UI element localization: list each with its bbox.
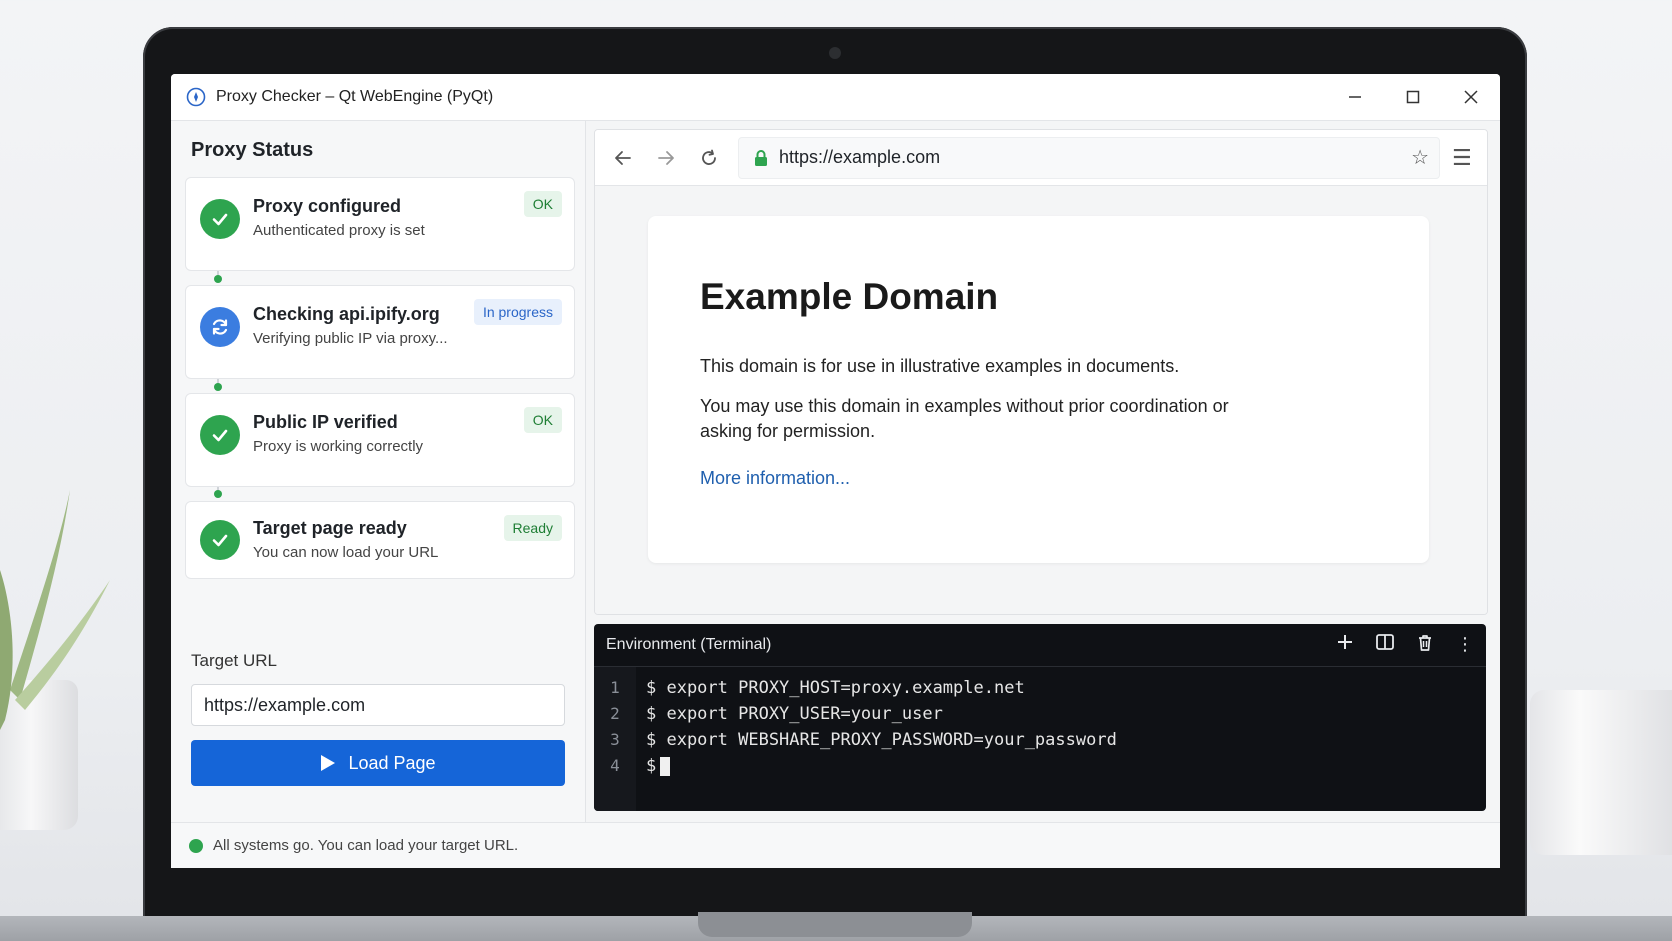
- step-title: Public IP verified: [253, 412, 398, 432]
- status-step-proxy-configured: Proxy configured Authenticated proxy is …: [185, 177, 575, 271]
- check-circle-icon: [200, 415, 240, 455]
- load-page-label: Load Page: [348, 752, 436, 773]
- line-number: 3: [610, 730, 620, 749]
- new-terminal-plus-icon[interactable]: [1332, 634, 1358, 656]
- page-paragraph: You may use this domain in examples with…: [700, 396, 1229, 441]
- line-number-gutter: 1 2 3 4: [594, 667, 636, 811]
- sidebar: Proxy Status Proxy configured Authentica…: [171, 121, 586, 822]
- status-step-checking-ipify: Checking api.ipify.org Verifying public …: [185, 285, 575, 379]
- close-icon: [1464, 90, 1478, 104]
- maximize-button[interactable]: [1384, 74, 1442, 120]
- step-subtitle: You can now load your URL: [253, 544, 439, 561]
- check-circle-icon: [200, 520, 240, 560]
- minimize-icon: [1349, 96, 1361, 98]
- terminal-title: Environment (Terminal): [606, 636, 772, 653]
- app-compass-icon: [186, 87, 206, 107]
- step-subtitle: Proxy is working correctly: [253, 438, 424, 455]
- play-icon: [321, 755, 336, 771]
- terminal-header: Environment (Terminal) ⋮: [594, 624, 1486, 667]
- step-connector-dot: [214, 383, 222, 391]
- terminal-body[interactable]: 1 2 3 4 $ export PROXY_HOST=proxy.exampl…: [594, 667, 1486, 811]
- step-title: Checking api.ipify.org: [253, 304, 440, 324]
- terminal-cursor: [660, 756, 671, 776]
- step-subtitle: Verifying public IP via proxy...: [253, 330, 448, 347]
- terminal-line: $ export PROXY_USER=your_user: [646, 704, 943, 724]
- step-connector-dot: [214, 275, 222, 283]
- page-paragraph: This domain is for use in illustrative e…: [700, 356, 1180, 376]
- sidebar-title: Proxy Status: [191, 139, 314, 161]
- refresh-circle-icon: [200, 307, 240, 347]
- line-number: 1: [610, 678, 620, 697]
- lock-icon: [755, 149, 767, 166]
- target-url-label: Target URL: [191, 651, 277, 670]
- status-badge: Ready: [503, 515, 562, 541]
- status-badge: OK: [523, 407, 562, 433]
- minimize-button[interactable]: [1326, 74, 1384, 120]
- arrow-left-icon: [614, 150, 631, 165]
- prompt-symbol: $: [646, 756, 657, 776]
- terminal-prompt-line[interactable]: $: [646, 753, 1117, 779]
- arrow-right-icon: [657, 150, 674, 165]
- terminal-line: $ export WEBSHARE_PROXY_PASSWORD=your_pa…: [646, 730, 1117, 750]
- address-bar[interactable]: https://example.com ☆: [738, 136, 1440, 179]
- bookmark-star-icon[interactable]: ☆: [1411, 145, 1429, 170]
- step-title: Target page ready: [253, 518, 407, 538]
- laptop-hinge: [698, 912, 972, 937]
- reload-button[interactable]: [687, 138, 730, 178]
- status-badge: In progress: [473, 299, 562, 325]
- browser-menu-icon[interactable]: ☰: [1452, 145, 1472, 171]
- terminal-panel: Environment (Terminal) ⋮ 1 2 3 4 $ expor…: [594, 624, 1486, 811]
- line-number: 2: [610, 704, 620, 723]
- web-viewport: Example Domain This domain is for use in…: [595, 186, 1487, 614]
- more-information-link[interactable]: More information...: [700, 468, 850, 489]
- browser-view: https://example.com ☆ ☰ Example Domain T…: [594, 129, 1488, 615]
- more-vertical-icon[interactable]: ⋮: [1452, 634, 1478, 656]
- terminal-line: $ export PROXY_HOST=proxy.example.net: [646, 678, 1025, 698]
- close-button[interactable]: [1442, 74, 1500, 120]
- load-page-button[interactable]: Load Page: [191, 740, 565, 786]
- reload-icon: [701, 149, 716, 165]
- browser-toolbar: https://example.com ☆ ☰: [595, 130, 1487, 186]
- status-indicator-dot: [189, 838, 203, 853]
- main-panel: https://example.com ☆ ☰ Example Domain T…: [586, 121, 1500, 822]
- plant-decoration: [0, 490, 110, 730]
- step-title: Proxy configured: [253, 196, 402, 216]
- coffee-mug: [1530, 690, 1672, 855]
- page-heading: Example Domain: [700, 276, 999, 317]
- trash-icon[interactable]: [1412, 634, 1438, 656]
- line-number: 4: [610, 756, 620, 775]
- forward-button[interactable]: [644, 138, 687, 178]
- webcam: [829, 47, 841, 59]
- status-step-target-ready: Target page ready You can now load your …: [185, 501, 575, 579]
- status-badge: OK: [523, 191, 562, 217]
- page-content-card: Example Domain This domain is for use in…: [648, 216, 1429, 563]
- status-bar: All systems go. You can load your target…: [171, 822, 1500, 868]
- status-step-public-ip-verified: Public IP verified Proxy is working corr…: [185, 393, 575, 487]
- window-title: Proxy Checker – Qt WebEngine (PyQt): [216, 88, 494, 105]
- split-terminal-icon[interactable]: [1372, 634, 1398, 656]
- check-circle-icon: [200, 199, 240, 239]
- target-url-input[interactable]: [191, 684, 565, 726]
- step-connector-dot: [214, 490, 222, 498]
- title-bar: Proxy Checker – Qt WebEngine (PyQt): [171, 74, 1500, 121]
- address-text: https://example.com: [779, 147, 941, 167]
- maximize-icon: [1406, 90, 1420, 104]
- back-button[interactable]: [601, 138, 644, 178]
- terminal-output: $ export PROXY_HOST=proxy.example.net $ …: [636, 667, 1117, 811]
- step-subtitle: Authenticated proxy is set: [253, 222, 425, 239]
- status-text: All systems go. You can load your target…: [213, 837, 519, 854]
- app-window: Proxy Checker – Qt WebEngine (PyQt) Prox…: [171, 74, 1500, 868]
